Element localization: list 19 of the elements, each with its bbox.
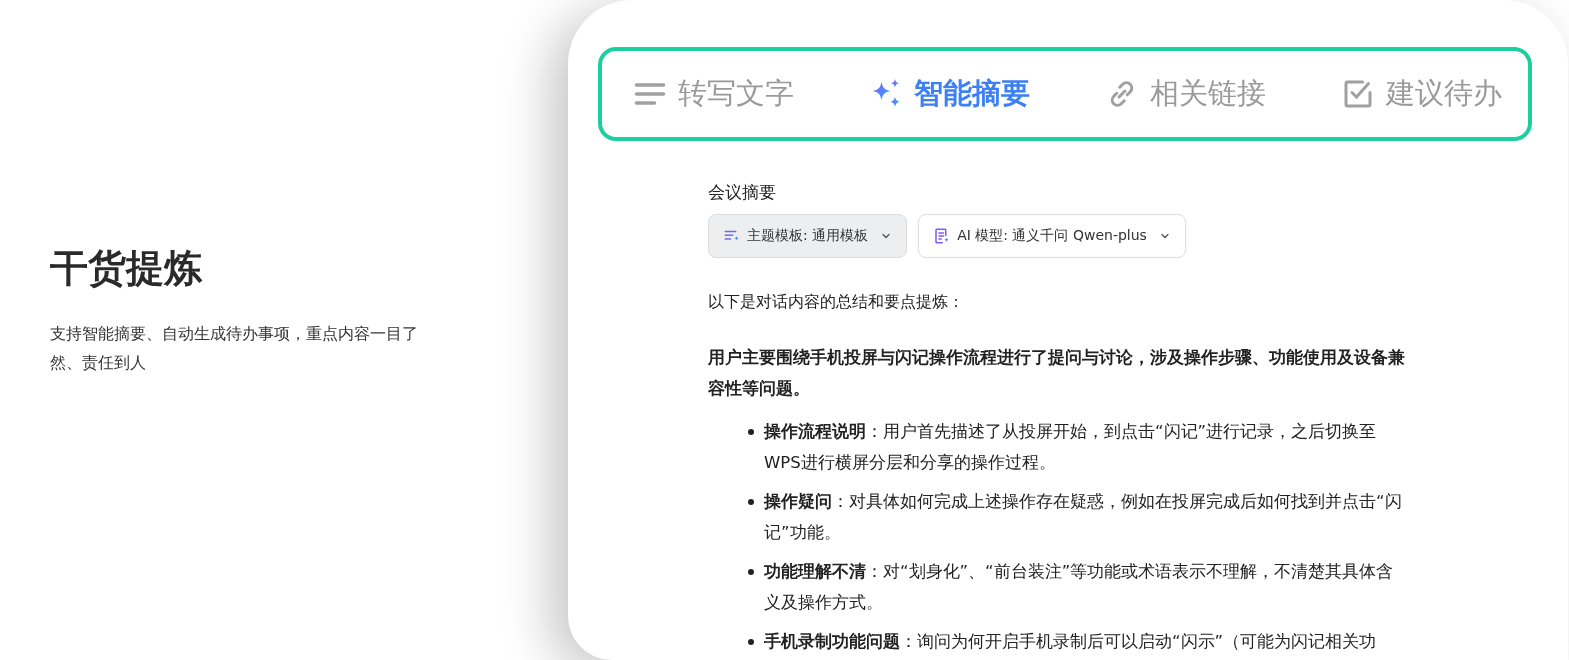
- summary-overview: 用户主要围绕手机投屏与闪记操作流程进行了提问与讨论，涉及操作步骤、功能使用及设备兼容性等问题。: [708, 347, 1406, 400]
- summary-intro: 以下是对话内容的总结和要点提炼：: [708, 291, 965, 313]
- bullet-icon: [748, 569, 754, 575]
- summary-point: 操作流程说明：用户首先描述了从投屏开始，到点击“闪记”进行记录，之后切换至WPS进行横屏分层和分享的操作过程。: [764, 421, 1378, 474]
- section-description: 支持智能摘要、自动生成待办事项，重点内容一目了然、责任到人: [50, 323, 419, 374]
- tab[interactable]: 智能摘要: [868, 74, 1030, 114]
- section-title: 干货提炼: [50, 244, 203, 292]
- bullet-icon: [748, 429, 754, 435]
- tab[interactable]: 相关链接: [1104, 74, 1266, 114]
- summary-point: 操作疑问：对具体如何完成上述操作存在疑惑，例如在投屏完成后如何找到并点击“闪记”功能。: [764, 491, 1403, 544]
- summary-point: 功能理解不清：对“划身化”、“前台装注”等功能或术语表示不理解，不清楚其具体含义及操作方式。: [764, 561, 1395, 614]
- summary-heading: 会议摘要: [708, 181, 777, 204]
- dropdown[interactable]: AI 模型: 通义千问 Qwen-plus: [918, 214, 1186, 258]
- bullet-icon: [748, 499, 754, 505]
- dropdown[interactable]: 主题模板: 通用模板: [708, 214, 908, 258]
- tab[interactable]: 转写文字: [632, 74, 794, 114]
- tab[interactable]: 建议待办: [1340, 74, 1502, 114]
- bullet-icon: [748, 639, 754, 645]
- summary-point: 手机录制功能问题：询问为何开启手机录制后可以启动“闪示”（可能为闪记相关功: [764, 631, 1377, 653]
